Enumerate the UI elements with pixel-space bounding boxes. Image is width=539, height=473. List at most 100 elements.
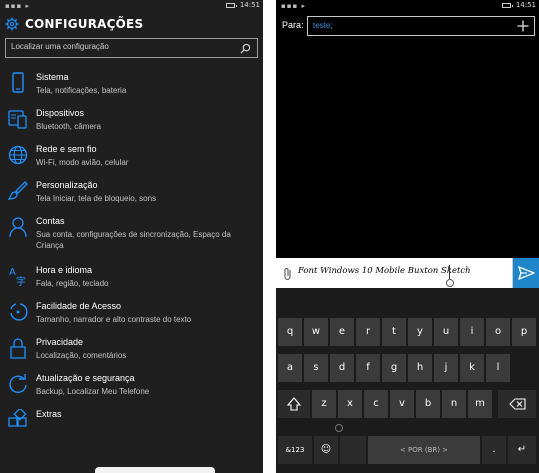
key-z[interactable]: z [312,390,336,418]
item-label: Sistema [36,72,69,82]
send-button[interactable] [513,258,539,288]
key-l[interactable]: l [486,354,510,382]
item-description: Tela, notificações, bateria [36,86,127,95]
key-n[interactable]: n [442,390,466,418]
key-d[interactable]: d [330,354,354,382]
devices-icon [8,110,27,129]
comma-key[interactable] [340,436,366,464]
settings-item-acessibilidade[interactable]: Facilidade de Acesso Tamanho, narrador e… [0,301,263,331]
key-u[interactable]: u [434,318,458,346]
settings-item-rede[interactable]: Rede e sem fio Wi-Fi, modo avião, celula… [0,144,263,174]
enter-key[interactable]: ↵ [508,436,536,464]
settings-header: CONFIGURAÇÕES [5,15,258,33]
signal-indicator: ▪▪▪ ▸ [5,2,30,10]
messaging-screen: ▪▪▪ ▸ 14:51 Para: teste; Font Windows 10… [276,0,539,473]
item-description: Localização, comentários [36,351,127,360]
settings-item-privacidade[interactable]: Privacidade Localização, comentários [0,337,263,367]
update-icon [9,374,27,394]
key-m[interactable]: m [468,390,492,418]
item-description: Fala, região, teclado [36,279,109,288]
settings-screen: ▪▪▪ ▸ 14:51 CONFIGURAÇÕES Localizar uma … [0,0,263,473]
keyboard-cursor-dot[interactable] [335,424,343,432]
item-label: Extras [36,409,62,419]
symbols-key[interactable]: &123 [278,436,312,464]
key-j[interactable]: j [434,354,458,382]
shift-icon [286,397,302,411]
recipient-input[interactable]: teste; [307,16,535,36]
key-t[interactable]: t [382,318,406,346]
key-a[interactable]: a [278,354,302,382]
item-description: Bluetooth, câmera [36,122,101,131]
text-cursor [449,265,450,279]
key-c[interactable]: c [364,390,388,418]
item-label: Personalização [36,180,98,190]
settings-item-extras[interactable]: Extras [0,409,263,433]
settings-item-atualizacao[interactable]: Atualização e segurança Backup, Localiza… [0,373,263,403]
status-time: 14:51 [515,1,536,9]
compose-bar: Font Windows 10 Mobile Buxton Sketch [276,258,539,288]
key-f[interactable]: f [356,354,380,382]
item-description: Tamanho, narrador e alto contraste do te… [36,315,192,324]
svg-text:A: A [9,267,16,278]
key-b[interactable]: b [416,390,440,418]
key-w[interactable]: w [304,318,328,346]
emoji-key[interactable]: ☺ [314,436,338,464]
lock-icon [10,338,26,359]
recipient-row: Para: teste; [280,16,535,36]
key-s[interactable]: s [304,354,328,382]
gear-icon [5,17,19,31]
battery-icon [502,3,513,8]
item-description: Tela Iniciar, tela de bloqueio, sons [36,194,157,203]
paintbrush-icon [8,181,28,200]
settings-item-hora-idioma[interactable]: A 字 Hora e idioma Fala, região, teclado [0,265,263,295]
add-contact-icon[interactable] [517,20,529,32]
extras-icon [8,409,27,427]
language-icon: A 字 [9,267,26,287]
key-i[interactable]: i [460,318,484,346]
settings-item-contas[interactable]: Contas Sua conta, configurações de sincr… [0,216,263,256]
key-g[interactable]: g [382,354,406,382]
backspace-key[interactable] [498,390,536,418]
cursor-handle[interactable] [446,279,454,287]
key-y[interactable]: y [408,318,432,346]
globe-icon [8,145,28,165]
accessibility-icon [10,303,28,321]
key-k[interactable]: k [460,354,484,382]
page-title: CONFIGURAÇÕES [25,17,144,31]
keyboard-language-label: < POR (BR) > [399,446,449,454]
item-label: Contas [36,216,65,226]
key-v[interactable]: v [390,390,414,418]
search-placeholder: Localizar uma configuração [11,42,109,51]
key-o[interactable]: o [486,318,510,346]
key-h[interactable]: h [408,354,432,382]
period-key[interactable]: . [482,436,506,464]
settings-item-dispositivos[interactable]: Dispositivos Bluetooth, câmera [0,108,263,138]
svg-text:字: 字 [16,275,26,287]
key-r[interactable]: r [356,318,380,346]
item-label: Privacidade [36,337,84,347]
item-label: Atualização e segurança [36,373,135,383]
recipient-value: teste; [313,21,333,30]
backspace-icon [509,398,526,410]
key-p[interactable]: p [512,318,536,346]
settings-item-sistema[interactable]: Sistema Tela, notificações, bateria [0,72,263,102]
key-q[interactable]: q [278,318,302,346]
status-bar: ▪▪▪ ▸ 14:51 [276,0,539,12]
person-icon [9,217,27,238]
status-time: 14:51 [239,1,260,9]
space-key[interactable]: < POR (BR) > [368,436,480,464]
message-input[interactable]: Font Windows 10 Mobile Buxton Sketch [298,266,471,276]
item-description: Sua conta, configurações de sincronizaçã… [36,230,231,250]
bottom-edge [0,463,263,473]
signal-indicator: ▪▪▪ ▸ [281,2,306,10]
key-x[interactable]: x [338,390,362,418]
settings-search-input[interactable]: Localizar uma configuração [5,38,258,58]
item-label: Dispositivos [36,108,85,118]
shift-key[interactable] [278,390,310,418]
paperclip-icon[interactable] [283,267,293,281]
settings-item-personalizacao[interactable]: Personalização Tela Iniciar, tela de blo… [0,180,263,210]
key-e[interactable]: e [330,318,354,346]
item-label: Hora e idioma [36,265,93,275]
search-icon[interactable] [240,43,251,54]
item-description: Backup, Localizar Meu Telefone [36,387,150,396]
